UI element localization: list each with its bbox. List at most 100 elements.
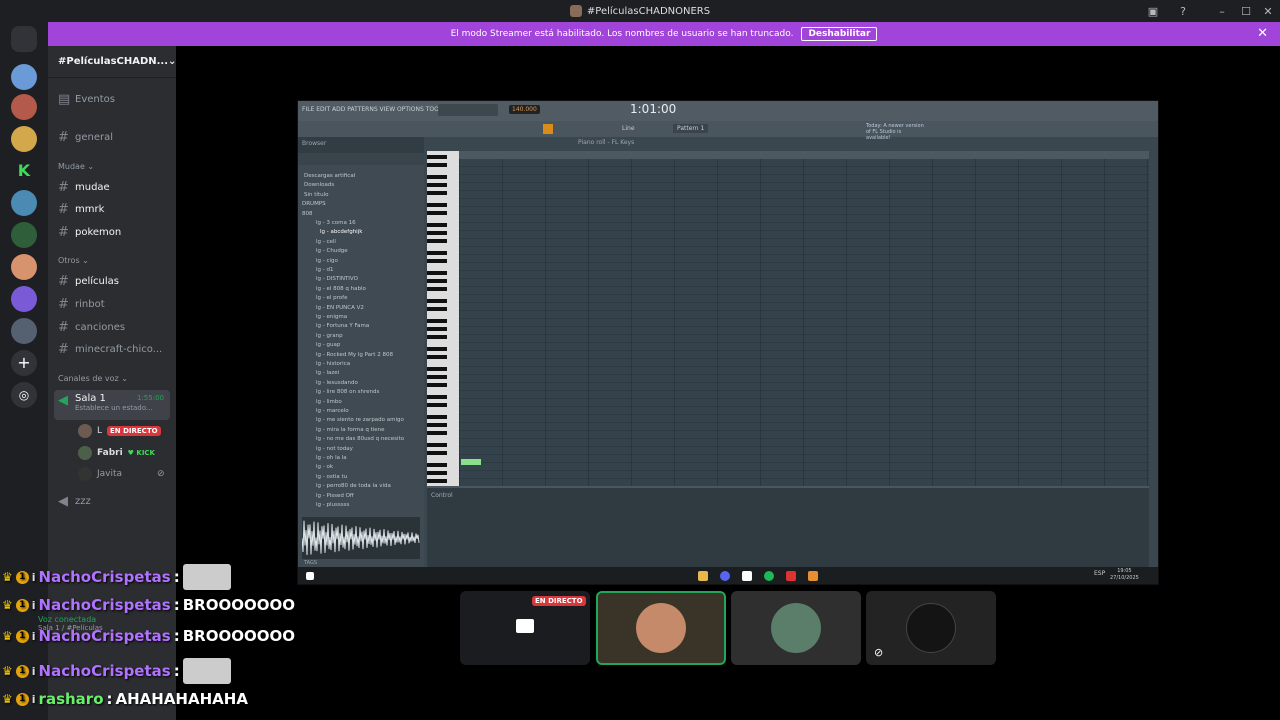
fl-browser-item[interactable]: Downloads bbox=[304, 182, 334, 188]
fl-browser-item[interactable]: lg - el 808 q hablo bbox=[316, 286, 366, 292]
black-key[interactable] bbox=[427, 211, 447, 215]
fl-piano-keys[interactable] bbox=[427, 151, 459, 486]
voice-user[interactable]: Javita ⊘ bbox=[78, 467, 165, 481]
server-icon[interactable] bbox=[11, 318, 37, 344]
fl-browser-item[interactable]: lg - perro80 de toda la vida bbox=[316, 483, 391, 489]
server-icon[interactable] bbox=[11, 286, 37, 312]
fl-browser-item[interactable]: DRUMPS bbox=[302, 201, 326, 207]
fl-browser-item[interactable]: lg - ok bbox=[316, 464, 333, 470]
black-key[interactable] bbox=[427, 163, 447, 167]
spotify-icon[interactable] bbox=[764, 571, 774, 581]
black-key[interactable] bbox=[427, 307, 447, 311]
black-key[interactable] bbox=[427, 451, 447, 455]
fl-tempo[interactable]: 140.000 bbox=[509, 105, 540, 114]
fl-studio-icon[interactable] bbox=[808, 571, 818, 581]
black-key[interactable] bbox=[427, 403, 447, 407]
fl-browser-item[interactable]: lg - plusssss bbox=[316, 502, 349, 508]
black-key[interactable] bbox=[427, 319, 447, 323]
fl-mode-icon[interactable] bbox=[543, 124, 553, 134]
maximize-button[interactable]: ☐ bbox=[1236, 0, 1256, 22]
voice-channel-sala1[interactable]: ◀ Sala 1 Establece un estado... 1:55:00 bbox=[54, 390, 170, 420]
fl-browser-item[interactable]: lg - historica bbox=[316, 361, 350, 367]
app-icon[interactable] bbox=[786, 571, 796, 581]
black-key[interactable] bbox=[427, 479, 447, 483]
black-key[interactable] bbox=[427, 375, 447, 379]
participant-tile[interactable] bbox=[731, 591, 861, 665]
black-key[interactable] bbox=[427, 395, 447, 399]
black-key[interactable] bbox=[427, 191, 447, 195]
fl-browser-item[interactable]: lg - oh la la bbox=[316, 455, 347, 461]
server-icon[interactable] bbox=[11, 254, 37, 280]
black-key[interactable] bbox=[427, 155, 447, 159]
black-key[interactable] bbox=[427, 463, 447, 467]
channel-peliculas[interactable]: # películas bbox=[58, 274, 176, 289]
fl-browser-item[interactable]: Descargas artifical bbox=[304, 173, 355, 179]
fl-browser-item[interactable]: lg - me siento re zarpado amigo bbox=[316, 417, 404, 423]
fl-tags[interactable]: TAGS bbox=[304, 560, 317, 566]
help-icon[interactable]: ? bbox=[1174, 0, 1192, 22]
kick-server-icon[interactable]: K bbox=[11, 158, 37, 184]
channel-mudae[interactable]: # mudae bbox=[58, 180, 176, 195]
fl-browser-item[interactable]: Sin título bbox=[304, 192, 328, 198]
fl-browser-item[interactable]: lg - ostia tu bbox=[316, 474, 347, 480]
participant-tile[interactable]: ⊘ bbox=[866, 591, 996, 665]
black-key[interactable] bbox=[427, 415, 447, 419]
channel-minecraft[interactable]: # minecraft-chico... bbox=[58, 342, 176, 357]
fl-note-grid[interactable] bbox=[459, 159, 1149, 486]
black-key[interactable] bbox=[427, 383, 447, 387]
voice-channel-zzz[interactable]: ◀ zzz bbox=[58, 494, 176, 509]
black-key[interactable] bbox=[427, 327, 447, 331]
black-key[interactable] bbox=[427, 239, 447, 243]
black-key[interactable] bbox=[427, 203, 447, 207]
black-key[interactable] bbox=[427, 271, 447, 275]
fl-browser-item[interactable]: lg - marcelo bbox=[316, 408, 349, 414]
fl-browser-item[interactable]: lg - not today bbox=[316, 446, 353, 452]
black-key[interactable] bbox=[427, 231, 447, 235]
black-key[interactable] bbox=[427, 355, 447, 359]
voice-user[interactable]: L EN DIRECTO bbox=[78, 424, 161, 438]
file-icon[interactable] bbox=[742, 571, 752, 581]
server-icon[interactable] bbox=[11, 126, 37, 152]
add-server-icon[interactable]: + bbox=[11, 350, 37, 376]
disable-button[interactable]: Deshabilitar bbox=[801, 27, 878, 41]
minimize-button[interactable]: – bbox=[1212, 0, 1232, 22]
clock[interactable]: 19:05 27/10/2025 bbox=[1110, 568, 1139, 582]
fl-browser-item[interactable]: lg - cell bbox=[316, 239, 336, 245]
fl-browser-item[interactable]: lg - el profe bbox=[316, 295, 347, 301]
fl-browser-item[interactable]: lg - abcdefghijk bbox=[320, 229, 362, 235]
fl-browser-item[interactable]: lg - EN PUNCA V2 bbox=[316, 305, 364, 311]
fl-browser-item[interactable]: lg - mira la forma q tiene bbox=[316, 427, 385, 433]
channel-rinbot[interactable]: # rinbot bbox=[58, 297, 176, 312]
fl-browser-item[interactable]: 808 bbox=[302, 211, 313, 217]
black-key[interactable] bbox=[427, 251, 447, 255]
black-key[interactable] bbox=[427, 367, 447, 371]
channel-general[interactable]: # general bbox=[58, 130, 176, 145]
chat-username[interactable]: NachoCrispetas bbox=[39, 596, 171, 614]
category-voice[interactable]: Canales de voz ⌄ bbox=[58, 374, 128, 383]
discord-home-icon[interactable] bbox=[11, 26, 37, 52]
fl-pattern-select[interactable]: Pattern 1 bbox=[673, 124, 709, 133]
fl-note[interactable] bbox=[461, 459, 481, 465]
participant-tile[interactable] bbox=[596, 591, 726, 665]
black-key[interactable] bbox=[427, 279, 447, 283]
language-indicator[interactable]: ESP bbox=[1094, 570, 1105, 577]
category-otros[interactable]: Otros ⌄ bbox=[58, 256, 89, 265]
channel-eventos[interactable]: ▤ Eventos bbox=[58, 92, 176, 107]
fl-snap[interactable]: Line bbox=[622, 125, 635, 132]
server-icon[interactable] bbox=[11, 94, 37, 120]
fl-control-lane[interactable]: Control bbox=[427, 486, 1149, 567]
black-key[interactable] bbox=[427, 443, 447, 447]
fl-browser-item[interactable]: lg - lesusdando bbox=[316, 380, 358, 386]
fl-browser-item[interactable]: lg - DISTINTIVO bbox=[316, 276, 358, 282]
close-button[interactable]: ✕ bbox=[1258, 0, 1278, 22]
black-key[interactable] bbox=[427, 175, 447, 179]
server-icon[interactable] bbox=[11, 190, 37, 216]
explore-icon[interactable]: ◎ bbox=[11, 382, 37, 408]
black-key[interactable] bbox=[427, 347, 447, 351]
fl-browser-item[interactable]: lg - granp bbox=[316, 333, 343, 339]
fl-transport[interactable] bbox=[438, 104, 498, 116]
fl-browser-item[interactable]: lg - Fortuna Y Fama bbox=[316, 323, 369, 329]
fl-browser-item[interactable]: lg - cigo bbox=[316, 258, 338, 264]
channel-pokemon[interactable]: # pokemon bbox=[58, 225, 176, 240]
close-icon[interactable]: ✕ bbox=[1257, 26, 1268, 41]
